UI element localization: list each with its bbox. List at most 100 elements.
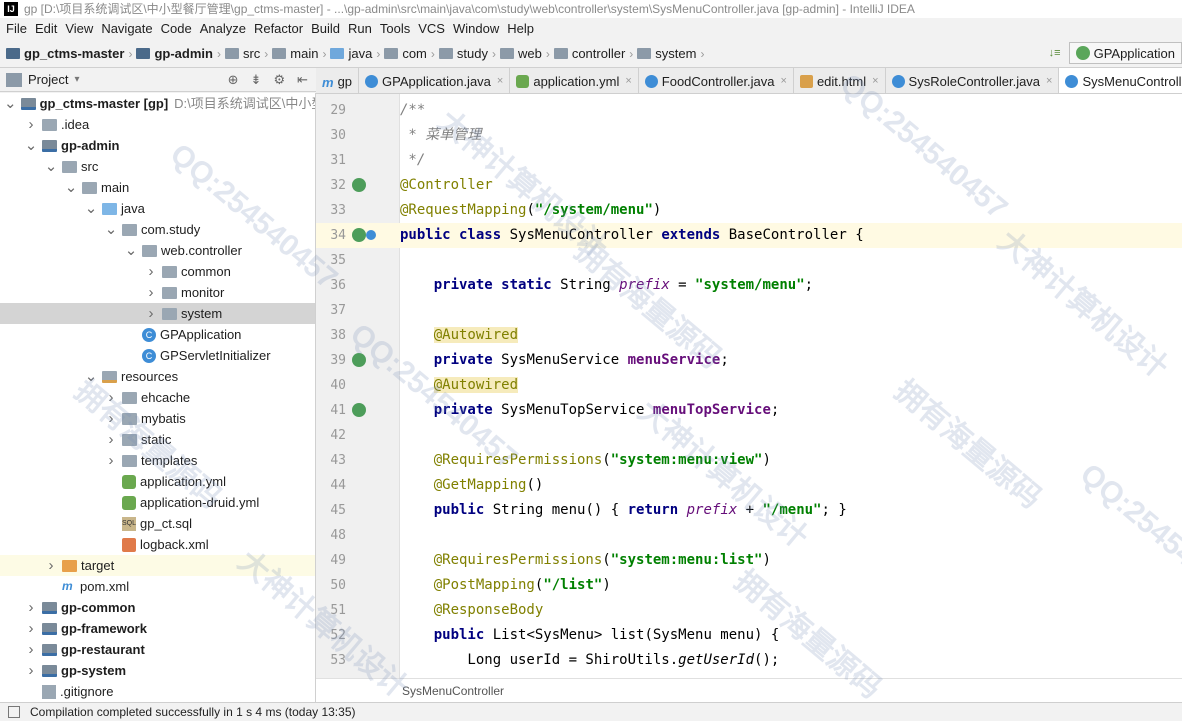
breadcrumb-item[interactable]: study › — [438, 46, 496, 61]
breadcrumb-item[interactable]: gp-admin › — [136, 46, 221, 61]
editor-tab[interactable]: application.yml × — [510, 68, 639, 93]
editor-tab[interactable]: edit.html × — [794, 68, 886, 93]
chevron-right-icon[interactable]: › — [24, 597, 38, 618]
hide-icon[interactable]: ⇤ — [297, 72, 308, 88]
run-configuration-select[interactable]: GPApplication — [1068, 42, 1182, 64]
menu-view[interactable]: View — [63, 18, 99, 40]
menu-file[interactable]: File — [4, 18, 33, 40]
chevron-right-icon[interactable]: › — [104, 387, 118, 408]
editor-tab[interactable]: SysMenuController.java — [1059, 68, 1182, 93]
breadcrumb-item[interactable]: controller › — [553, 46, 633, 61]
chevron-down-icon[interactable]: ⌄ — [4, 93, 17, 114]
tree-item[interactable]: › templates — [0, 450, 315, 471]
chevron-right-icon[interactable]: › — [24, 660, 38, 681]
tree-item[interactable]: ⌄ main — [0, 177, 315, 198]
tree-item[interactable]: ⌄ src — [0, 156, 315, 177]
chevron-right-icon[interactable]: › — [24, 114, 38, 135]
tree-item[interactable]: › gp-system — [0, 660, 315, 681]
sort-icon[interactable]: ↓≡ — [1049, 47, 1061, 59]
menu-tools[interactable]: Tools — [378, 18, 416, 40]
chevron-right-icon[interactable]: › — [144, 261, 158, 282]
chevron-down-icon[interactable]: ⌄ — [84, 198, 98, 219]
tree-item[interactable]: › monitor — [0, 282, 315, 303]
menu-window[interactable]: Window — [451, 18, 505, 40]
tree-item[interactable]: › system — [0, 303, 315, 324]
editor-tab[interactable]: GPApplication.java × — [359, 68, 511, 93]
chevron-right-icon[interactable]: › — [104, 429, 118, 450]
tree-item[interactable]: C GPServletInitializer — [0, 345, 315, 366]
tree-item[interactable]: › .idea — [0, 114, 315, 135]
breadcrumb-item[interactable]: main › — [272, 46, 326, 61]
editor-tab[interactable]: FoodController.java × — [639, 68, 794, 93]
chevron-right-icon[interactable]: › — [44, 555, 58, 576]
close-icon[interactable]: × — [781, 75, 787, 87]
chevron-down-icon[interactable]: ⌄ — [104, 219, 118, 240]
tree-item[interactable]: ⌄ gp-admin — [0, 135, 315, 156]
tree-item[interactable]: › target — [0, 555, 315, 576]
tree-item[interactable]: .gitignore — [0, 681, 315, 702]
chevron-right-icon[interactable]: › — [104, 450, 118, 471]
menu-analyze[interactable]: Analyze — [198, 18, 252, 40]
chevron-right-icon[interactable]: › — [24, 618, 38, 639]
menu-build[interactable]: Build — [309, 18, 346, 40]
menu-help[interactable]: Help — [505, 18, 540, 40]
tool-window-toggle-icon[interactable] — [8, 706, 20, 718]
spring-bean-gutter-icon[interactable] — [352, 178, 366, 192]
tree-item[interactable]: m pom.xml — [0, 576, 315, 597]
locate-icon[interactable]: ⊕ — [228, 72, 239, 88]
editor-tab[interactable]: m gp — [316, 68, 360, 93]
spring-bean-gutter-icon[interactable] — [352, 228, 366, 242]
project-panel-title[interactable]: Project — [28, 72, 68, 87]
menu-refactor[interactable]: Refactor — [252, 18, 309, 40]
chevron-down-icon[interactable]: ⌄ — [84, 366, 98, 387]
chevron-right-icon[interactable]: › — [144, 282, 158, 303]
editor-tab[interactable]: SysRoleController.java × — [886, 68, 1060, 93]
tree-item[interactable]: ⌄ java — [0, 198, 315, 219]
gear-icon[interactable]: ⚙ — [273, 72, 285, 88]
tree-item[interactable]: ⌄ gp_ctms-master [gp] D:\项目系统调试区\中小型餐 — [0, 93, 315, 114]
breadcrumb-item[interactable]: com › — [384, 46, 435, 61]
collapse-icon[interactable]: ⇟ — [251, 72, 262, 88]
menu-code[interactable]: Code — [159, 18, 198, 40]
menu-vcs[interactable]: VCS — [416, 18, 451, 40]
close-icon[interactable]: × — [872, 75, 878, 87]
tree-item[interactable]: ⌄ web.controller — [0, 240, 315, 261]
breadcrumb-item[interactable]: system › — [637, 46, 704, 61]
tree-item[interactable]: › gp-framework — [0, 618, 315, 639]
breadcrumb-item[interactable]: src › — [224, 46, 268, 61]
tree-item[interactable]: C GPApplication — [0, 324, 315, 345]
editor-breadcrumb-item[interactable]: SysMenuController — [402, 684, 504, 698]
tree-item[interactable]: SQL gp_ct.sql — [0, 513, 315, 534]
tree-item[interactable]: › static — [0, 429, 315, 450]
breadcrumb-item[interactable]: web › — [499, 46, 550, 61]
tree-item[interactable]: ⌄ com.study — [0, 219, 315, 240]
close-icon[interactable]: × — [1046, 75, 1052, 87]
breadcrumb-item[interactable]: java › — [330, 46, 380, 61]
menu-run[interactable]: Run — [346, 18, 378, 40]
chevron-right-icon[interactable]: › — [104, 408, 118, 429]
chevron-right-icon[interactable]: › — [24, 639, 38, 660]
chevron-down-icon[interactable]: ⌄ — [124, 240, 138, 261]
tree-item[interactable]: application.yml — [0, 471, 315, 492]
tree-item[interactable]: › ehcache — [0, 387, 315, 408]
close-icon[interactable]: × — [625, 75, 631, 87]
breadcrumb-item[interactable]: gp_ctms-master › — [6, 46, 132, 61]
spring-bean-gutter-icon[interactable] — [352, 403, 366, 417]
spring-bean-gutter-icon[interactable] — [352, 353, 366, 367]
chevron-down-icon[interactable]: ▾ — [74, 74, 79, 85]
tree-item[interactable]: logback.xml — [0, 534, 315, 555]
menu-navigate[interactable]: Navigate — [99, 18, 158, 40]
tree-item[interactable]: › mybatis — [0, 408, 315, 429]
chevron-down-icon[interactable]: ⌄ — [24, 135, 38, 156]
chevron-right-icon[interactable]: › — [144, 303, 158, 324]
tree-item[interactable]: › gp-restaurant — [0, 639, 315, 660]
chevron-down-icon[interactable]: ⌄ — [44, 156, 58, 177]
tree-item[interactable]: application-druid.yml — [0, 492, 315, 513]
class-gutter-icon[interactable] — [366, 230, 376, 240]
close-icon[interactable]: × — [497, 75, 503, 87]
tree-item[interactable]: › common — [0, 261, 315, 282]
tree-item[interactable]: › gp-common — [0, 597, 315, 618]
chevron-down-icon[interactable]: ⌄ — [64, 177, 78, 198]
tree-item[interactable]: ⌄ resources — [0, 366, 315, 387]
code-editor[interactable]: 29/** 30 * 菜单管理 31 */32 @Controller 33 @Reque… — [316, 94, 1182, 678]
